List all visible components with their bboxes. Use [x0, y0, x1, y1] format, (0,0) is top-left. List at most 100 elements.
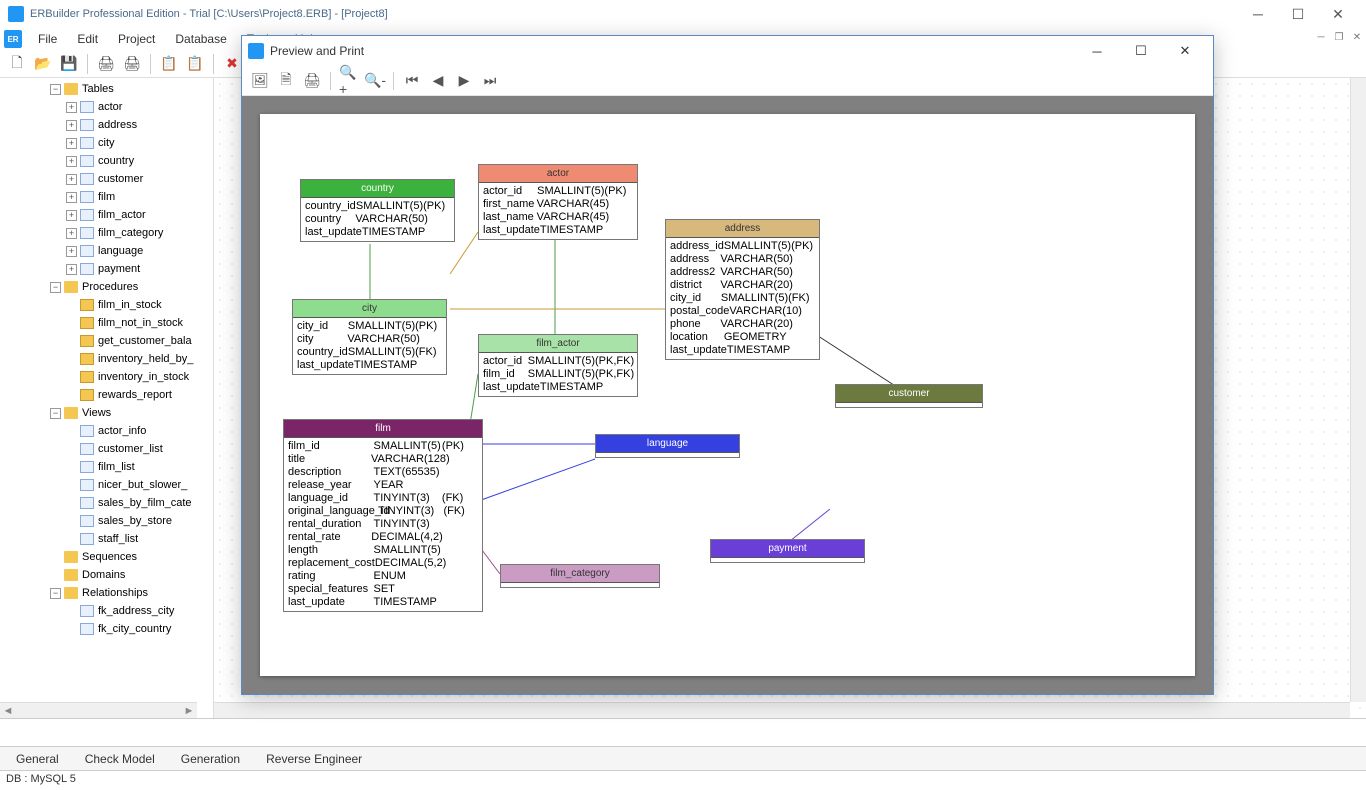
mdi-minimize[interactable]: ─: [1312, 28, 1330, 46]
canvas-hscroll[interactable]: [214, 702, 1350, 718]
mdi-close[interactable]: ✕: [1348, 28, 1366, 46]
tree-view-sales_by_film_cate[interactable]: sales_by_film_cate: [0, 494, 213, 512]
tab-general[interactable]: General: [4, 749, 71, 769]
column-row: rental_rateDECIMAL(4,2): [284, 531, 482, 544]
copy-icon[interactable]: 📋: [158, 53, 180, 75]
tree-views[interactable]: −Views: [0, 404, 213, 422]
entity-payment[interactable]: payment: [710, 539, 865, 563]
column-row: last_updateTIMESTAMP: [479, 381, 637, 394]
menu-edit[interactable]: Edit: [67, 30, 108, 48]
tree-table-language[interactable]: +language: [0, 242, 213, 260]
column-row: districtVARCHAR(20): [666, 279, 819, 292]
print-preview-icon[interactable]: 🖨: [121, 53, 143, 75]
entity-film-category[interactable]: film_category: [500, 564, 660, 588]
mdi-restore[interactable]: ❐: [1330, 28, 1348, 46]
column-row: last_nameVARCHAR(45): [479, 211, 637, 224]
column-row: country_idSMALLINT(5)(PK): [301, 200, 454, 213]
preview-close[interactable]: ✕: [1163, 37, 1207, 65]
tree-relationships[interactable]: −Relationships: [0, 584, 213, 602]
tree-view-actor_info[interactable]: actor_info: [0, 422, 213, 440]
tree-procedures[interactable]: −Procedures: [0, 278, 213, 296]
column-row: address2VARCHAR(50): [666, 266, 819, 279]
tree-table-customer[interactable]: +customer: [0, 170, 213, 188]
menu-app-icon: ER: [4, 30, 22, 48]
last-page-icon[interactable]: ⏭: [480, 71, 500, 91]
save-icon[interactable]: 💾: [58, 53, 80, 75]
entity-actor[interactable]: actor actor_idSMALLINT(5)(PK)first_nameV…: [478, 164, 638, 240]
column-row: last_updateTIMESTAMP: [666, 344, 819, 357]
first-page-icon[interactable]: ⏮: [402, 71, 422, 91]
mdi-controls: ─ ❐ ✕: [1312, 28, 1366, 46]
prev-page-icon[interactable]: ◀: [428, 71, 448, 91]
print2-icon[interactable]: 🖨: [302, 71, 322, 91]
statusbar: DB : MySQL 5: [0, 770, 1366, 790]
tree-view-sales_by_store[interactable]: sales_by_store: [0, 512, 213, 530]
preview-minimize[interactable]: ─: [1075, 37, 1119, 65]
zoom-in-icon[interactable]: 🔍+: [339, 71, 359, 91]
preview-window: Preview and Print ─ ☐ ✕ 🖼 🗎 🖨 🔍+ 🔍- ⏮ ◀ …: [241, 35, 1214, 695]
tree-table-film_category[interactable]: +film_category: [0, 224, 213, 242]
sidebar-hscroll[interactable]: ◄►: [0, 702, 197, 718]
tree-view-customer_list[interactable]: customer_list: [0, 440, 213, 458]
column-row: first_nameVARCHAR(45): [479, 198, 637, 211]
tree-table-country[interactable]: +country: [0, 152, 213, 170]
minimize-button[interactable]: ─: [1238, 0, 1278, 28]
print-icon[interactable]: 🖨: [95, 53, 117, 75]
tree-sequences[interactable]: Sequences: [0, 548, 213, 566]
entity-film[interactable]: film film_idSMALLINT(5)(PK)titleVARCHAR(…: [283, 419, 483, 612]
export-icon[interactable]: 🗎: [276, 71, 296, 91]
tree-proc-inventory_in_stock[interactable]: inventory_in_stock: [0, 368, 213, 386]
column-row: country_idSMALLINT(5)(FK): [293, 346, 446, 359]
tree-tables[interactable]: −Tables: [0, 80, 213, 98]
tree-proc-get_customer_bala[interactable]: get_customer_bala: [0, 332, 213, 350]
entity-address[interactable]: address address_idSMALLINT(5)(PK)address…: [665, 219, 820, 360]
entity-country[interactable]: country country_idSMALLINT(5)(PK)country…: [300, 179, 455, 242]
tree-rel-fk_city_country[interactable]: fk_city_country: [0, 620, 213, 638]
tree-table-actor[interactable]: +actor: [0, 98, 213, 116]
column-row: address_idSMALLINT(5)(PK): [666, 240, 819, 253]
entity-language[interactable]: language: [595, 434, 740, 458]
preview-maximize[interactable]: ☐: [1119, 37, 1163, 65]
maximize-button[interactable]: ☐: [1278, 0, 1318, 28]
menu-database[interactable]: Database: [165, 30, 236, 48]
next-page-icon[interactable]: ▶: [454, 71, 474, 91]
column-row: countryVARCHAR(50): [301, 213, 454, 226]
window-title: ERBuilder Professional Edition - Trial […: [30, 8, 388, 20]
tree-domains[interactable]: Domains: [0, 566, 213, 584]
tree-rel-fk_address_city[interactable]: fk_address_city: [0, 602, 213, 620]
new-icon[interactable]: 🗋: [6, 53, 28, 75]
column-row: rental_durationTINYINT(3): [284, 518, 482, 531]
tree-view-staff_list[interactable]: staff_list: [0, 530, 213, 548]
tree-table-address[interactable]: +address: [0, 116, 213, 134]
entity-film-actor[interactable]: film_actor actor_idSMALLINT(5)(PK,FK)fil…: [478, 334, 638, 397]
tree-table-film[interactable]: +film: [0, 188, 213, 206]
entity-city[interactable]: city city_idSMALLINT(5)(PK)cityVARCHAR(5…: [292, 299, 447, 375]
close-button[interactable]: ✕: [1318, 0, 1358, 28]
delete-icon[interactable]: ✖: [221, 53, 243, 75]
paste-icon[interactable]: 📋: [184, 53, 206, 75]
preview-body: country country_idSMALLINT(5)(PK)country…: [242, 96, 1213, 694]
preview-titlebar[interactable]: Preview and Print ─ ☐ ✕: [242, 36, 1213, 66]
tab-generation[interactable]: Generation: [169, 749, 252, 769]
tab-check-model[interactable]: Check Model: [73, 749, 167, 769]
tree-proc-inventory_held_by_[interactable]: inventory_held_by_: [0, 350, 213, 368]
tree-view-film_list[interactable]: film_list: [0, 458, 213, 476]
tree-table-payment[interactable]: +payment: [0, 260, 213, 278]
canvas-vscroll[interactable]: [1350, 78, 1366, 702]
object-tree[interactable]: −Tables +actor+address+city+country+cust…: [0, 78, 214, 718]
column-row: last_updateTIMESTAMP: [293, 359, 446, 372]
zoom-out-icon[interactable]: 🔍-: [365, 71, 385, 91]
menu-file[interactable]: File: [28, 30, 67, 48]
tree-table-film_actor[interactable]: +film_actor: [0, 206, 213, 224]
tab-reverse-engineer[interactable]: Reverse Engineer: [254, 749, 374, 769]
entity-customer[interactable]: customer: [835, 384, 983, 408]
tree-proc-film_not_in_stock[interactable]: film_not_in_stock: [0, 314, 213, 332]
tree-table-city[interactable]: +city: [0, 134, 213, 152]
menu-project[interactable]: Project: [108, 30, 165, 48]
tree-view-nicer_but_slower_[interactable]: nicer_but_slower_: [0, 476, 213, 494]
open-icon[interactable]: 📂: [32, 53, 54, 75]
column-row: actor_idSMALLINT(5)(PK,FK): [479, 355, 637, 368]
image-icon[interactable]: 🖼: [250, 71, 270, 91]
tree-proc-rewards_report[interactable]: rewards_report: [0, 386, 213, 404]
tree-proc-film_in_stock[interactable]: film_in_stock: [0, 296, 213, 314]
